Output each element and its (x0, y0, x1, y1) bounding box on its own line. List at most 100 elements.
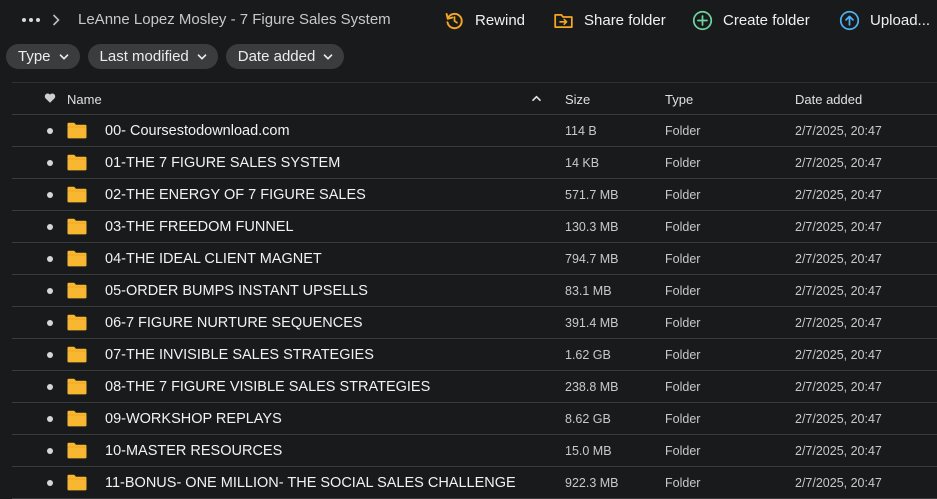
row-name: 07-THE INVISIBLE SALES STRATEGIES (105, 347, 374, 363)
row-type: Folder (665, 380, 701, 394)
sort-ascending-icon[interactable] (531, 93, 542, 104)
row-name: 06-7 FIGURE NURTURE SEQUENCES (105, 315, 363, 331)
row-select-dot[interactable] (47, 160, 53, 166)
row-select-dot[interactable] (47, 480, 53, 486)
row-date-added: 2/7/2025, 20:47 (795, 476, 882, 490)
row-select-dot[interactable] (47, 416, 53, 422)
folder-icon (67, 250, 87, 267)
chevron-down-icon (323, 53, 333, 60)
top-bar: LeAnne Lopez Mosley - 7 Figure Sales Sys… (0, 0, 937, 40)
row-select-dot[interactable] (47, 288, 53, 294)
table-row[interactable]: 04-THE IDEAL CLIENT MAGNET 794.7 MB Fold… (12, 243, 937, 275)
table-row[interactable]: 09-WORKSHOP REPLAYS 8.62 GB Folder 2/7/2… (12, 403, 937, 435)
folder-icon (67, 186, 87, 203)
folder-icon (67, 218, 87, 235)
row-date-added: 2/7/2025, 20:47 (795, 348, 882, 362)
table-row[interactable]: 06-7 FIGURE NURTURE SEQUENCES 391.4 MB F… (12, 307, 937, 339)
row-name: 05-ORDER BUMPS INSTANT UPSELLS (105, 283, 368, 299)
row-name: 04-THE IDEAL CLIENT MAGNET (105, 251, 322, 267)
row-size: 130.3 MB (565, 220, 619, 234)
row-select-dot[interactable] (47, 192, 53, 198)
row-date-added: 2/7/2025, 20:47 (795, 220, 882, 234)
row-select-dot[interactable] (47, 128, 53, 134)
rewind-icon (445, 12, 463, 29)
column-header-type[interactable]: Type (665, 92, 693, 107)
row-size: 8.62 GB (565, 412, 611, 426)
folder-icon (67, 442, 87, 459)
folder-icon (67, 154, 87, 171)
column-header-size[interactable]: Size (565, 92, 590, 107)
row-size: 922.3 MB (565, 476, 619, 490)
row-date-added: 2/7/2025, 20:47 (795, 156, 882, 170)
row-date-added: 2/7/2025, 20:47 (795, 188, 882, 202)
row-size: 114 B (565, 124, 597, 138)
share-folder-label: Share folder (584, 11, 666, 29)
row-name: 11-BONUS- ONE MILLION- THE SOCIAL SALES … (105, 475, 516, 491)
folder-icon (67, 314, 87, 331)
table-row[interactable]: 05-ORDER BUMPS INSTANT UPSELLS 83.1 MB F… (12, 275, 937, 307)
row-select-dot[interactable] (47, 256, 53, 262)
folder-icon (67, 122, 87, 139)
row-type: Folder (665, 412, 701, 426)
filter-date-added-label: Date added (237, 48, 316, 65)
folder-icon (67, 282, 87, 299)
column-header-date-added[interactable]: Date added (795, 92, 862, 107)
row-select-dot[interactable] (47, 384, 53, 390)
folder-icon (67, 410, 87, 427)
row-date-added: 2/7/2025, 20:47 (795, 412, 882, 426)
row-select-dot[interactable] (47, 448, 53, 454)
plus-circle-icon (692, 10, 713, 30)
row-name: 01-THE 7 FIGURE SALES SYSTEM (105, 155, 341, 171)
row-date-added: 2/7/2025, 20:47 (795, 284, 882, 298)
row-name: 08-THE 7 FIGURE VISIBLE SALES STRATEGIES (105, 379, 431, 395)
table-row[interactable]: 08-THE 7 FIGURE VISIBLE SALES STRATEGIES… (12, 371, 937, 403)
filter-last-modified-label: Last modified (99, 48, 189, 65)
upload-button[interactable]: Upload... (839, 8, 930, 32)
row-select-dot[interactable] (47, 320, 53, 326)
breadcrumb-chevron-icon (52, 12, 64, 28)
row-size: 14 KB (565, 156, 600, 170)
table-row[interactable]: 11-BONUS- ONE MILLION- THE SOCIAL SALES … (12, 467, 937, 499)
filter-last-modified-chip[interactable]: Last modified (87, 44, 218, 69)
table-row[interactable]: 01-THE 7 FIGURE SALES SYSTEM 14 KB Folde… (12, 147, 937, 179)
column-header-name[interactable]: Name (67, 92, 102, 107)
share-folder-icon (554, 13, 573, 28)
row-name: 02-THE ENERGY OF 7 FIGURE SALES (105, 187, 366, 203)
table-row[interactable]: 03-THE FREEDOM FUNNEL 130.3 MB Folder 2/… (12, 211, 937, 243)
rewind-button[interactable]: Rewind (444, 8, 525, 32)
breadcrumb-current-folder[interactable]: LeAnne Lopez Mosley - 7 Figure Sales Sys… (78, 11, 391, 29)
table-row[interactable]: 00- Coursestodownload.com 114 B Folder 2… (12, 115, 937, 147)
row-date-added: 2/7/2025, 20:47 (795, 124, 882, 138)
row-name: 09-WORKSHOP REPLAYS (105, 411, 282, 427)
row-size: 1.62 GB (565, 348, 611, 362)
row-select-dot[interactable] (47, 352, 53, 358)
row-type: Folder (665, 444, 701, 458)
row-select-dot[interactable] (47, 224, 53, 230)
row-type: Folder (665, 284, 701, 298)
row-name: 00- Coursestodownload.com (105, 123, 290, 139)
filter-bar: Type Last modified Date added (6, 44, 345, 69)
more-options-icon[interactable] (22, 12, 40, 28)
row-type: Folder (665, 124, 701, 138)
filter-date-added-chip[interactable]: Date added (225, 44, 345, 69)
row-type: Folder (665, 156, 701, 170)
folder-icon (67, 346, 87, 363)
upload-arrow-icon (839, 10, 860, 30)
row-type: Folder (665, 476, 701, 490)
row-name: 10-MASTER RESOURCES (105, 443, 283, 459)
filter-type-chip[interactable]: Type (6, 44, 80, 69)
row-type: Folder (665, 220, 701, 234)
heart-icon[interactable] (44, 92, 56, 104)
row-size: 391.4 MB (565, 316, 619, 330)
folder-icon (67, 474, 87, 491)
create-folder-button[interactable]: Create folder (692, 8, 810, 32)
row-type: Folder (665, 188, 701, 202)
table-row[interactable]: 07-THE INVISIBLE SALES STRATEGIES 1.62 G… (12, 339, 937, 371)
table-row[interactable]: 02-THE ENERGY OF 7 FIGURE SALES 571.7 MB… (12, 179, 937, 211)
row-size: 794.7 MB (565, 252, 619, 266)
table-row[interactable]: 10-MASTER RESOURCES 15.0 MB Folder 2/7/2… (12, 435, 937, 467)
rewind-label: Rewind (475, 11, 526, 29)
share-folder-button[interactable]: Share folder (553, 8, 666, 32)
table-body: 00- Coursestodownload.com 114 B Folder 2… (12, 115, 937, 499)
row-date-added: 2/7/2025, 20:47 (795, 380, 882, 394)
